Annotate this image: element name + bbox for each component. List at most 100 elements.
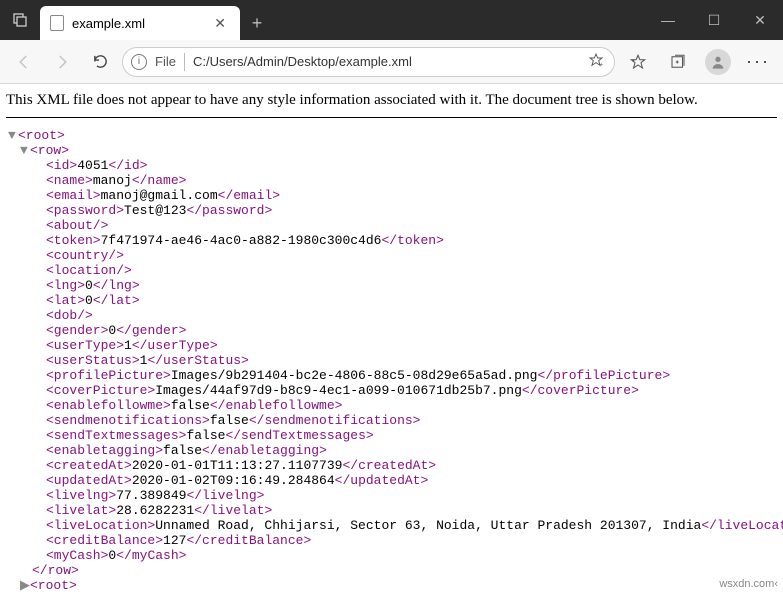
xml-tag: <lng> (46, 278, 85, 293)
xml-tag: </updatedAt> (335, 473, 429, 488)
xml-tag: </row> (32, 563, 79, 578)
url-text: C:/Users/Admin/Desktop/example.xml (193, 54, 580, 69)
toolbar: i File C:/Users/Admin/Desktop/example.xm… (0, 40, 783, 84)
browser-tab[interactable]: example.xml ✕ (40, 6, 240, 40)
xml-tag: <userType> (46, 338, 124, 353)
xml-value: 0 (85, 293, 93, 308)
xml-tag: <coverPicture> (46, 383, 155, 398)
tab-close-button[interactable]: ✕ (210, 15, 230, 32)
xml-tag: <userStatus> (46, 353, 140, 368)
address-bar[interactable]: i File C:/Users/Admin/Desktop/example.xm… (122, 47, 615, 77)
xml-value: manoj@gmail.com (101, 188, 218, 203)
xml-tag: </token> (381, 233, 443, 248)
xml-tag: </name> (132, 173, 187, 188)
xml-tag: <country/> (46, 248, 124, 263)
xml-tag: <email> (46, 188, 101, 203)
maximize-button[interactable]: ☐ (691, 0, 737, 40)
profile-button[interactable] (701, 46, 735, 78)
xml-tag: </myCash> (116, 548, 186, 563)
xml-tag: <dob/> (46, 308, 93, 323)
caret-icon[interactable]: ▼ (20, 143, 30, 158)
favorites-button[interactable] (621, 46, 655, 78)
xml-value: 4051 (77, 158, 108, 173)
close-window-button[interactable]: ✕ (737, 0, 783, 40)
minimize-button[interactable]: — (645, 0, 691, 40)
xml-tag: <location/> (46, 263, 132, 278)
xml-tag: </enabletagging> (202, 443, 327, 458)
xml-tag: </sendTextmessages> (225, 428, 373, 443)
xml-tag: <enabletagging> (46, 443, 163, 458)
document-icon (50, 15, 64, 31)
xml-tag: </gender> (116, 323, 186, 338)
xml-tag: <password> (46, 203, 124, 218)
reload-button[interactable] (84, 46, 116, 78)
xml-tag: <livelat> (46, 503, 116, 518)
xml-tag: <liveLocation> (46, 518, 155, 533)
xml-tag: <myCash> (46, 548, 108, 563)
xml-tag: </profilePicture> (538, 368, 671, 383)
xml-value: manoj (93, 173, 132, 188)
xml-value: false (186, 428, 225, 443)
xml-value: false (171, 398, 210, 413)
xml-value: Unnamed Road, Chhijarsi, Sector 63, Noid… (155, 518, 701, 533)
xml-tag: <livelng> (46, 488, 116, 503)
back-button[interactable] (8, 46, 40, 78)
xml-tag: <name> (46, 173, 93, 188)
watermark: wsxdn.com‹ (716, 577, 781, 591)
separator (184, 53, 185, 71)
xml-tag: <creditBalance> (46, 533, 163, 548)
xml-value: 127 (163, 533, 186, 548)
xml-value: 0 (85, 278, 93, 293)
xml-tag: <about/> (46, 218, 108, 233)
svg-text:+: + (599, 63, 603, 68)
xml-tag: <sendmenotifications> (46, 413, 210, 428)
collections-button[interactable] (661, 46, 695, 78)
avatar-icon (705, 49, 731, 75)
xml-tag: </createdAt> (342, 458, 436, 473)
xml-tree[interactable]: ▼<root>▼<row><id>4051</id><name>manoj</n… (6, 128, 777, 593)
tabs-button[interactable] (0, 0, 40, 40)
caret-icon[interactable]: ▼ (8, 128, 18, 143)
tab-title: example.xml (72, 16, 145, 31)
xml-tag: <root> (18, 128, 65, 143)
xml-tag: </email> (218, 188, 280, 203)
new-tab-button[interactable]: + (240, 6, 274, 40)
xml-value: 2020-01-02T09:16:49.284864 (132, 473, 335, 488)
xml-tag: </liveLocation> (701, 518, 783, 533)
xml-tag: <sendTextmessages> (46, 428, 186, 443)
xml-value: 28.6282231 (116, 503, 194, 518)
xml-tag: <gender> (46, 323, 108, 338)
window-controls: — ☐ ✕ (645, 0, 783, 40)
xml-tag: </lng> (93, 278, 140, 293)
url-scheme-label: File (155, 54, 176, 69)
xml-tag: </id> (108, 158, 147, 173)
xml-tag: </sendmenotifications> (249, 413, 421, 428)
xml-value: 1 (124, 338, 132, 353)
forward-button[interactable] (46, 46, 78, 78)
xml-value: false (210, 413, 249, 428)
xml-tag: <createdAt> (46, 458, 132, 473)
xml-tag: <lat> (46, 293, 85, 308)
xml-value: false (163, 443, 202, 458)
xml-tag: </userType> (132, 338, 218, 353)
xml-tag: </coverPicture> (522, 383, 639, 398)
xml-value: 2020-01-01T11:13:27.1107739 (132, 458, 343, 473)
caret-icon[interactable]: ▶ (20, 578, 30, 593)
xml-value: Images/44af97d9-b8c9-4ec1-a099-010671db2… (155, 383, 522, 398)
xml-tag: </lat> (93, 293, 140, 308)
xml-tag: </livelat> (194, 503, 272, 518)
title-bar: example.xml ✕ + — ☐ ✕ (0, 0, 783, 40)
xml-tag: <id> (46, 158, 77, 173)
info-icon[interactable]: i (131, 54, 147, 70)
xml-tag: </livelng> (186, 488, 264, 503)
xml-tag: <enablefollowme> (46, 398, 171, 413)
xml-tag: </creditBalance> (186, 533, 311, 548)
xml-tag: <row> (30, 143, 69, 158)
xml-tag: </enablefollowme> (210, 398, 343, 413)
xml-tag: </password> (186, 203, 272, 218)
menu-button[interactable]: ··· (741, 46, 775, 78)
xml-tag: </userStatus> (147, 353, 248, 368)
favorite-button[interactable]: + (588, 52, 604, 71)
xml-banner: This XML file does not appear to have an… (6, 90, 777, 118)
xml-value: Images/9b291404-bc2e-4806-88c5-08d29e65a… (171, 368, 538, 383)
